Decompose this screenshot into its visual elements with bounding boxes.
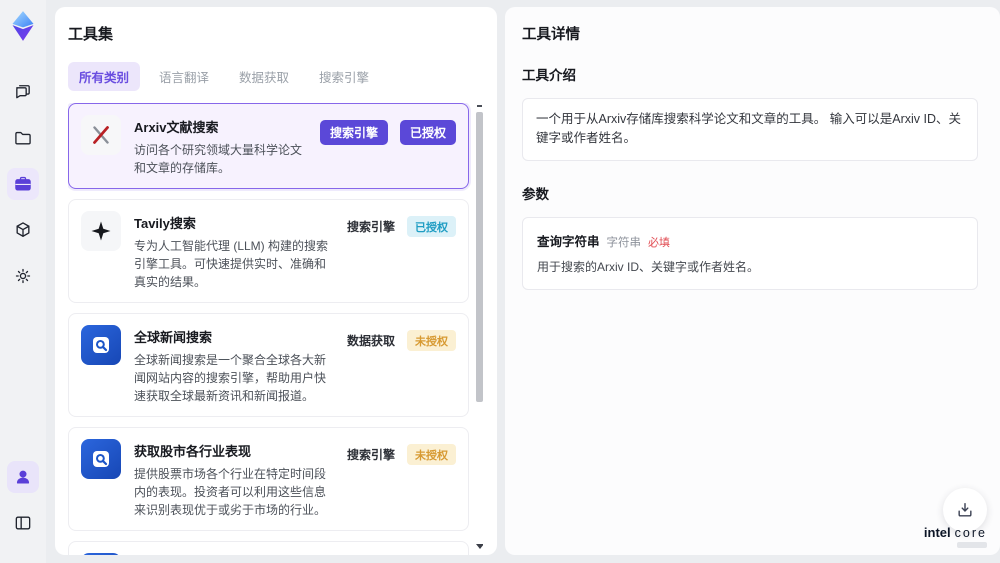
tool-icon: [81, 325, 121, 365]
toolbox-icon: [15, 176, 31, 191]
user-icon: [16, 470, 30, 484]
tool-list-wrap: Arxiv文献搜索 访问各个研究领域大量科学论文和文章的存储库。 搜索引擎 已授…: [68, 103, 483, 555]
param-description: 用于搜索的Arxiv ID、关键字或作者姓名。: [537, 259, 760, 274]
tool-description: 访问各个研究领域大量科学论文和文章的存储库。: [134, 143, 303, 175]
sidebar-item-panel-toggle[interactable]: [7, 507, 39, 539]
param-box: 查询字符串 字符串 必填 用于搜索的Arxiv ID、关键字或作者姓名。: [522, 216, 978, 290]
scrollbar[interactable]: [476, 105, 483, 555]
sidebar-item-models[interactable]: [7, 214, 39, 246]
tool-category-label: 搜索引擎: [346, 220, 395, 234]
tool-name: 获取股市各行业表现: [134, 444, 252, 459]
tool-text: Arxiv文献搜索 访问各个研究领域大量科学论文和文章的存储库。: [134, 115, 307, 177]
scrollbar-thumb[interactable]: [476, 112, 483, 402]
tool-card[interactable]: 获取股市各行业表现 提供股票市场各个行业在特定时间段内的表现。投资者可以利用这些…: [68, 427, 469, 531]
search-logo-icon: [93, 337, 109, 353]
tool-name: 全球新闻搜索: [134, 330, 213, 345]
tool-card[interactable]: 全球新闻搜索 全球新闻搜索是一个聚合全球各大新闻网站内容的搜索引擎，帮助用户快速…: [68, 313, 469, 417]
tool-name: Tavily搜索: [134, 216, 196, 231]
tool-meta: 搜索引擎 未授权: [347, 553, 456, 555]
param-head: 查询字符串 字符串 必填: [537, 231, 963, 250]
param-required-badge: 必填: [648, 236, 671, 249]
sidebar-item-toolset[interactable]: [7, 168, 39, 200]
tool-description: 专为人工智能代理 (LLM) 构建的搜索引擎工具。可快速提供实时、准确和真实的结…: [134, 239, 329, 289]
auth-status-badge: 已授权: [399, 120, 456, 145]
sidebar-item-user[interactable]: [7, 461, 39, 493]
arxiv-icon: [93, 126, 109, 144]
auth-status-badge: 已授权: [407, 216, 456, 237]
tool-category-label: 搜索引擎: [319, 120, 388, 145]
tool-text: Tavily搜索 专为人工智能代理 (LLM) 构建的搜索引擎工具。可快速提供实…: [134, 211, 334, 291]
tool-text: 获取股市各行业表现 提供股票市场各个行业在特定时间段内的表现。投资者可以利用这些…: [134, 439, 334, 519]
tool-category-label: 数据获取: [346, 334, 395, 348]
tool-meta: 搜索引擎 未授权: [347, 439, 456, 465]
chat-icon: [16, 85, 30, 99]
auth-status-badge: 未授权: [407, 444, 456, 465]
intro-heading: 工具介绍: [522, 68, 576, 83]
tool-card[interactable]: Tavily搜索 专为人工智能代理 (LLM) 构建的搜索引擎工具。可快速提供实…: [68, 199, 469, 303]
sidebar-item-settings[interactable]: [7, 260, 39, 292]
toolset-title: 工具集: [68, 26, 114, 43]
param-type: 字符串: [606, 236, 642, 249]
scrollbar-down-arrow[interactable]: [476, 544, 483, 549]
app-rail: [0, 0, 46, 563]
tavily-sparkle-icon: [91, 221, 111, 241]
tab-0[interactable]: 所有类别: [68, 62, 141, 91]
cube-icon: [16, 222, 30, 237]
tool-text: 获取市场最活跃股票信息 提供当天交易量最高的股票列表。投资者可以利用这些信息来识…: [134, 553, 334, 555]
tool-meta: 搜索引擎 已授权: [347, 211, 456, 237]
tool-detail-panel: 工具详情 工具介绍 一个用于从Arxiv存储库搜索科学论文和文章的工具。 输入可…: [505, 7, 1000, 555]
tool-description: 提供股票市场各个行业在特定时间段内的表现。投资者可以利用这些信息来识别表现优于或…: [134, 467, 327, 517]
param-name: 查询字符串: [537, 234, 600, 249]
toolset-panel: 工具集 所有类别 语言翻译 数据获取 搜索引擎 Arxiv文献搜索 访问各个研究领域大…: [55, 7, 497, 555]
intel-core-logo: intel core: [924, 525, 987, 548]
tool-icon: [81, 211, 121, 251]
intro-box: 一个用于从Arxiv存储库搜索科学论文和文章的工具。 输入可以是Arxiv ID…: [522, 98, 978, 161]
tool-icon: [81, 115, 121, 155]
tool-meta: 搜索引擎 已授权: [319, 115, 456, 145]
scrollbar-up-arrow[interactable]: [477, 105, 482, 107]
category-tabs: 所有类别 语言翻译 数据获取 搜索引擎: [68, 62, 483, 91]
panel-toggle-icon: [15, 516, 31, 530]
tool-name: Arxiv文献搜索: [134, 120, 219, 135]
tool-text: 全球新闻搜索 全球新闻搜索是一个聚合全球各大新闻网站内容的搜索引擎，帮助用户快速…: [134, 325, 334, 405]
detail-title: 工具详情: [522, 27, 580, 43]
intel-text: intel: [923, 525, 951, 540]
gear-icon: [15, 268, 31, 284]
download-icon: [958, 503, 972, 517]
tool-meta: 数据获取 未授权: [347, 325, 456, 351]
params-heading: 参数: [522, 186, 549, 202]
tool-card[interactable]: 获取市场最活跃股票信息 提供当天交易量最高的股票列表。投资者可以利用这些信息来识…: [68, 541, 469, 555]
folder-icon: [15, 131, 31, 145]
tool-card[interactable]: Arxiv文献搜索 访问各个研究领域大量科学论文和文章的存储库。 搜索引擎 已授…: [68, 103, 469, 189]
tool-description: 全球新闻搜索是一个聚合全球各大新闻网站内容的搜索引擎，帮助用户快速获取全球最新资…: [134, 353, 327, 403]
tool-icon: [81, 553, 121, 555]
ultra-mark: [957, 542, 987, 548]
app-logo: [12, 11, 34, 41]
sidebar-item-chat[interactable]: [7, 76, 39, 108]
auth-status-badge: 未授权: [407, 330, 456, 351]
tab-2[interactable]: 数据获取: [228, 62, 300, 91]
tool-icon: [81, 439, 121, 479]
core-text: core: [954, 526, 987, 540]
tool-list: Arxiv文献搜索 访问各个研究领域大量科学论文和文章的存储库。 搜索引擎 已授…: [68, 103, 469, 555]
tab-1[interactable]: 语言翻译: [148, 62, 220, 91]
tab-3[interactable]: 搜索引擎: [308, 62, 380, 91]
search-logo-icon: [93, 451, 109, 467]
tool-category-label: 搜索引擎: [346, 448, 395, 462]
sidebar-item-files[interactable]: [7, 122, 39, 154]
